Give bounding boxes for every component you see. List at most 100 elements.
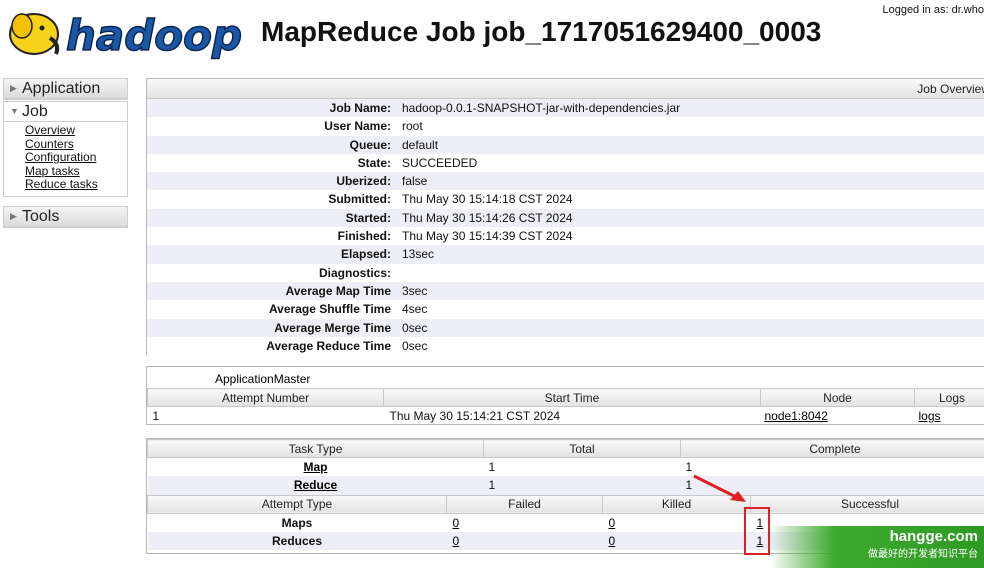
overview-row: Average Shuffle Time 4sec	[147, 300, 984, 319]
nav-application-header[interactable]: ▶ Application	[4, 79, 127, 99]
annotation-highlight-box	[744, 507, 770, 555]
overview-value: 13sec	[402, 247, 435, 262]
overview-value: hadoop-0.0.1-SNAPSHOT-jar-with-dependenc…	[402, 101, 681, 115]
link-reduce-tasks[interactable]: Reduce tasks	[25, 177, 98, 191]
overview-row: Uberized: false	[147, 172, 984, 191]
logged-in-user: Logged in as: dr.who	[882, 4, 984, 16]
overview-value: false	[402, 174, 428, 189]
caret-right-icon: ▶	[10, 211, 17, 221]
overview-value: 0sec	[402, 338, 428, 353]
watermark-main: hangge.com	[889, 528, 978, 545]
nav-job-header[interactable]: ▼ Job	[4, 102, 127, 122]
attempt-type-maps: Maps	[281, 515, 313, 530]
col-total: Total	[483, 439, 681, 458]
overview-key: Average Map Time	[147, 282, 402, 300]
watermark: hangge.com 做最好的开发者知识平台	[770, 526, 984, 568]
page-title: MapReduce Job job_1717051629400_0003	[261, 16, 822, 47]
overview-row: Submitted: Thu May 30 15:14:18 CST 2024	[147, 190, 984, 209]
job-overview-rows: Job Name: hadoop-0.0.1-SNAPSHOT-jar-with-…	[147, 99, 984, 356]
overview-value: default	[402, 137, 439, 152]
overview-key: State:	[147, 154, 402, 172]
overview-key: Finished:	[147, 227, 402, 245]
overview-key-label: Finished:	[337, 229, 391, 244]
svg-text:hadoop: hadoop	[66, 11, 242, 60]
nav-application-label: Application	[22, 80, 101, 97]
nav-tools[interactable]: ▶ Tools	[3, 206, 128, 228]
col-successful: Successful	[750, 494, 984, 514]
reduces-killed-link[interactable]: 0	[609, 534, 616, 548]
job-overview-caption: Job Overview	[147, 79, 984, 99]
overview-key-label: Diagnostics:	[318, 265, 391, 280]
overview-row: Job Name: hadoop-0.0.1-SNAPSHOT-jar-with-…	[147, 99, 984, 118]
overview-key-label: Average Shuffle Time	[268, 302, 391, 317]
task-summary-table: Task Type Total Complete Map 1 1 Reduce …	[147, 439, 984, 495]
link-overview[interactable]: Overview	[25, 123, 75, 137]
nav-job-label: Job	[22, 103, 48, 120]
overview-row: Elapsed: 13sec	[147, 245, 984, 264]
overview-key-label: Job Name:	[329, 101, 391, 115]
caret-right-icon: ▶	[10, 83, 17, 93]
application-master-panel: ApplicationMaster Attempt Number Start T…	[146, 366, 984, 425]
overview-key-label: User Name:	[324, 119, 391, 134]
maps-killed-link[interactable]: 0	[609, 516, 616, 530]
application-master-table: Attempt Number Start Time Node Logs 1 Th…	[147, 388, 984, 425]
overview-key-label: Queue:	[349, 137, 391, 152]
link-counters[interactable]: Counters	[25, 137, 74, 151]
col-attempt-number[interactable]: Attempt Number	[147, 388, 384, 407]
reduce-task-link[interactable]: Reduce	[294, 478, 337, 492]
overview-key-label: Started:	[345, 210, 391, 225]
job-overview-panel: Job Overview Job Name: hadoop-0.0.1-SNAPS…	[146, 78, 984, 356]
watermark-sub: 做最好的开发者知识平台	[868, 549, 978, 560]
overview-key: Diagnostics:	[147, 264, 402, 282]
col-node[interactable]: Node	[760, 388, 915, 407]
nav-tools-label: Tools	[22, 208, 60, 225]
reduces-failed-link[interactable]: 0	[453, 534, 460, 548]
overview-row: Average Reduce Time 0sec	[147, 336, 984, 356]
logs-link[interactable]: logs	[919, 409, 941, 423]
overview-key-label: Elapsed:	[340, 247, 391, 262]
link-configuration[interactable]: Configuration	[25, 150, 96, 164]
node-link[interactable]: node1:8042	[765, 409, 828, 423]
nav-tools-header[interactable]: ▶ Tools	[4, 207, 127, 227]
table-row: 1 Thu May 30 15:14:21 CST 2024 node1:804…	[148, 407, 984, 426]
overview-key: Queue:	[147, 136, 402, 154]
overview-row: Queue: default	[147, 135, 984, 154]
maps-failed-link[interactable]: 0	[453, 516, 460, 530]
overview-key-label: State:	[357, 155, 391, 170]
overview-value: root	[402, 119, 423, 134]
overview-key-label: Average Reduce Time	[266, 338, 391, 353]
overview-value: 0sec	[402, 320, 428, 335]
overview-key: Average Merge Time	[147, 319, 402, 337]
table-row: Reduce 1 1	[147, 476, 984, 495]
overview-key: Started:	[147, 209, 402, 227]
overview-row: Finished: Thu May 30 15:14:39 CST 2024	[147, 227, 984, 246]
job-links: Overview Counters Configuration Map task…	[4, 122, 127, 196]
overview-value: 3sec	[402, 283, 428, 298]
overview-key: Submitted:	[147, 190, 402, 208]
overview-row: State: SUCCEEDED	[147, 153, 984, 173]
application-master-title: ApplicationMaster	[215, 372, 311, 386]
col-failed: Failed	[446, 494, 603, 514]
overview-key: Uberized:	[147, 172, 402, 190]
overview-row: Average Merge Time 0sec	[147, 318, 984, 337]
overview-key-label: Average Map Time	[285, 283, 391, 298]
overview-value: SUCCEEDED	[402, 155, 478, 170]
link-map-tasks[interactable]: Map tasks	[25, 164, 80, 178]
map-task-link[interactable]: Map	[304, 460, 328, 474]
elephant-icon	[9, 13, 60, 55]
overview-key: Average Shuffle Time	[147, 300, 402, 318]
overview-value: Thu May 30 15:14:39 CST 2024	[402, 229, 573, 244]
attempt-start-time: Thu May 30 15:14:21 CST 2024	[389, 409, 561, 423]
attempt-type-reduces: Reduces	[271, 533, 323, 548]
reduce-total: 1	[488, 478, 496, 493]
overview-row: Average Map Time 3sec	[147, 281, 984, 301]
col-complete: Complete	[680, 439, 984, 458]
col-logs[interactable]: Logs	[914, 388, 984, 407]
table-row: Map 1 1	[148, 458, 984, 477]
nav-job: ▼ Job Overview Counters Configuration Map…	[3, 101, 128, 197]
overview-value: Thu May 30 15:14:18 CST 2024	[402, 192, 573, 207]
attempt-number: 1	[152, 409, 160, 423]
overview-value: 4sec	[402, 302, 428, 317]
nav-application[interactable]: ▶ Application	[3, 78, 128, 100]
col-start-time[interactable]: Start Time	[383, 388, 761, 407]
